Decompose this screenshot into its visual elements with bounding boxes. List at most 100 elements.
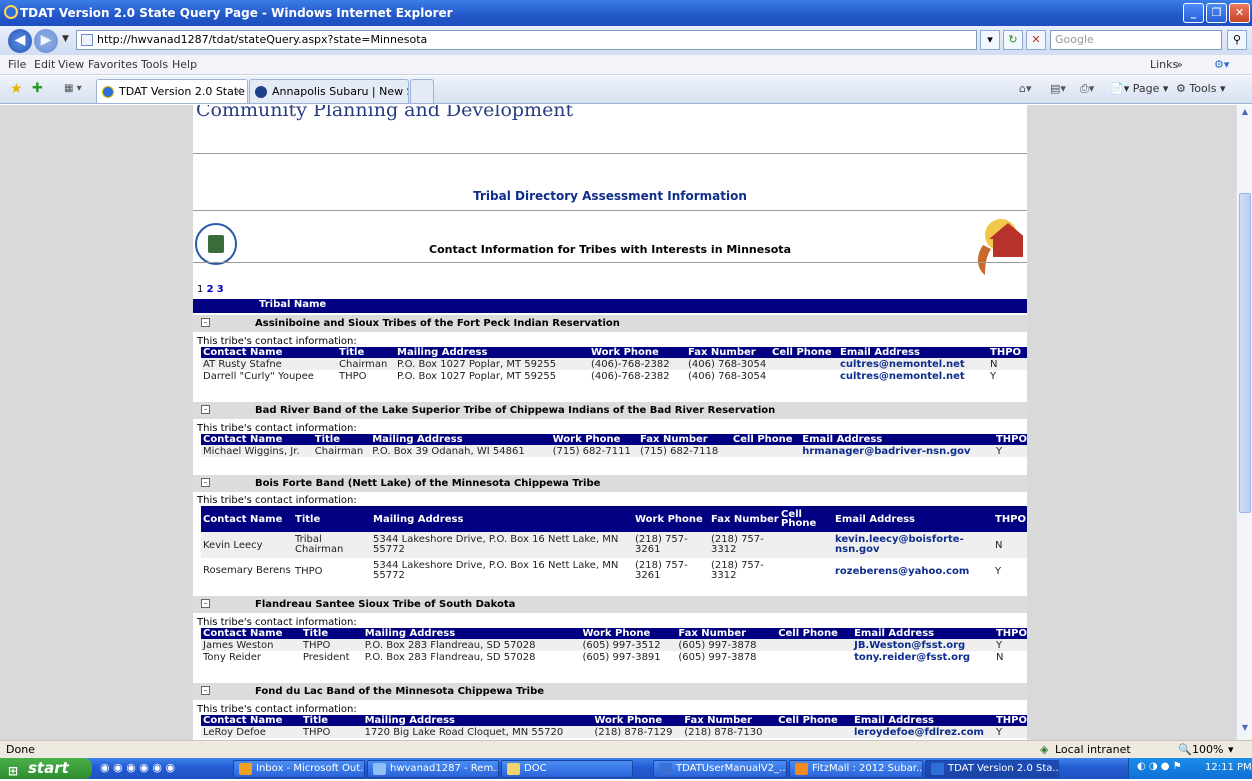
print-icon[interactable]: ⎙▾ [1080, 82, 1094, 96]
address-dropdown-icon[interactable]: ▾ [980, 30, 1000, 50]
tribe-row[interactable]: – Fond du Lac Band of the Minnesota Chipp… [193, 683, 1027, 700]
close-button[interactable]: ✕ [1229, 3, 1250, 23]
minimize-button[interactable]: _ [1183, 3, 1204, 23]
contact-work-phone: (218) 878-7129 [592, 726, 683, 738]
menu-favorites[interactable]: Favorites [88, 58, 138, 71]
new-tab-button[interactable] [410, 79, 434, 103]
address-field[interactable]: http://hwvanad1287/tdat/stateQuery.aspx?… [76, 30, 977, 50]
task-fitzmall[interactable]: FitzMall : 2012 Subar... [789, 760, 923, 778]
toolbar-options-icon[interactable]: ⚙▾ [1214, 58, 1229, 71]
contact-fax: (218) 878-7130 [682, 726, 777, 738]
contact-work-phone: (218) 757-3261 [633, 532, 709, 558]
tab-bar: ★ ✚ ▦ ▾ TDAT Version 2.0 State Q... ✕ An… [0, 76, 1252, 104]
col-work-phone: Work Phone [592, 715, 683, 726]
tab-tdat[interactable]: TDAT Version 2.0 State Q... ✕ [96, 79, 248, 103]
contact-email[interactable]: tony.reider@fsst.org [852, 651, 994, 663]
contact-email[interactable]: JB.Weston@fsst.org [852, 639, 994, 651]
contact-info-label: This tribe's contact information: [197, 617, 357, 628]
contact-thpo: N [988, 358, 1027, 370]
task-outlook[interactable]: Inbox - Microsoft Out... [233, 760, 365, 778]
recent-pages-icon[interactable]: ▼ [62, 34, 69, 44]
contact-address: 5344 Lakeshore Drive, P.O. Box 16 Nett L… [371, 532, 633, 558]
search-input[interactable]: Google [1050, 30, 1222, 50]
col-fax-number: Fax Number [686, 347, 770, 358]
contact-table: Contact Name Title Mailing Address Work … [201, 506, 1027, 584]
zoom-dropdown-icon[interactable]: ▾ [1228, 743, 1234, 756]
search-icon[interactable]: ⚲ [1227, 30, 1247, 50]
quick-launch-icons[interactable]: ◉ ◉ ◉ ◉ ◉ ◉ [100, 761, 175, 774]
contact-table: Contact Name Title Mailing Address Work … [201, 628, 1027, 663]
feeds-icon[interactable]: ▤▾ [1050, 82, 1066, 95]
tribe-row[interactable]: – Bad River Band of the Lake Superior Tri… [193, 402, 1027, 419]
pager-link-3[interactable]: 3 [217, 284, 224, 295]
scroll-thumb[interactable] [1239, 193, 1251, 513]
task-label: DOC [524, 763, 547, 774]
intranet-zone-icon: ◈ [1040, 743, 1049, 756]
page-menu[interactable]: 📄▾ Page ▾ [1110, 82, 1168, 95]
department-header: Community Planning and Development [196, 105, 574, 121]
contact-table: Contact Name Title Mailing Address Work … [201, 347, 1027, 382]
maximize-button[interactable]: ❐ [1206, 3, 1227, 23]
menu-help[interactable]: Help [172, 58, 197, 71]
col-fax-number: Fax Number [709, 506, 779, 532]
task-word[interactable]: TDATUserManualV2_... [653, 760, 787, 778]
task-tdat[interactable]: TDAT Version 2.0 Sta... [925, 760, 1059, 778]
collapse-icon[interactable]: – [201, 318, 210, 327]
close-tab-icon[interactable]: ✕ [234, 85, 243, 98]
zoom-level[interactable]: 100% [1192, 743, 1223, 756]
links-label[interactable]: Links [1150, 58, 1178, 71]
tribe-row[interactable]: – Assiniboine and Sioux Tribes of the For… [193, 315, 1027, 332]
links-chevron-icon[interactable]: » [1176, 58, 1183, 71]
menu-edit[interactable]: Edit [34, 58, 55, 71]
col-cell-phone: Cell Phone [730, 434, 801, 445]
contact-name: James Weston [201, 639, 301, 651]
menu-tools[interactable]: Tools [141, 58, 168, 71]
contact-email[interactable]: cultres@nemontel.net [838, 358, 988, 370]
contact-email[interactable]: kevin.leecy@boisforte-nsn.gov [833, 532, 993, 558]
tools-menu[interactable]: ⚙ Tools ▾ [1176, 82, 1226, 95]
tab-annapolis[interactable]: Annapolis Subaru | New Sub... [249, 79, 409, 103]
scroll-down-icon[interactable]: ▼ [1239, 723, 1251, 737]
pager-link-2[interactable]: 2 [207, 284, 214, 295]
contact-email[interactable]: rozeberens@yahoo.com [833, 558, 993, 584]
col-title: Title [300, 715, 363, 726]
contact-email[interactable]: hrmanager@badriver-nsn.gov [800, 445, 994, 457]
quick-tabs-icon[interactable]: ▦ ▾ [64, 83, 82, 94]
home-icon[interactable]: ⌂▾ [1019, 82, 1032, 95]
menu-file[interactable]: File [8, 58, 26, 71]
table-row: AT Rusty Stafne Chairman P.O. Box 1027 P… [201, 358, 1027, 370]
search-placeholder: Google [1055, 33, 1094, 46]
vertical-scrollbar[interactable]: ▲ ▼ [1236, 105, 1252, 740]
contact-info-label: This tribe's contact information: [197, 704, 357, 715]
start-button[interactable]: ⊞ start [0, 758, 92, 779]
collapse-icon[interactable]: – [201, 405, 210, 414]
task-doc[interactable]: DOC [501, 760, 633, 778]
forward-icon[interactable]: ▶ [34, 29, 58, 53]
menu-bar: File Edit View Favorites Tools Help Link… [0, 55, 1252, 75]
collapse-icon[interactable]: – [201, 686, 210, 695]
tribe-row[interactable]: – Flandreau Santee Sioux Tribe of South D… [193, 596, 1027, 613]
collapse-icon[interactable]: – [201, 599, 210, 608]
table-row: James Weston THPO P.O. Box 283 Flandreau… [201, 639, 1027, 651]
scroll-up-icon[interactable]: ▲ [1239, 107, 1251, 121]
col-email: Email Address [833, 506, 993, 532]
col-contact-name: Contact Name [201, 506, 293, 532]
task-remote[interactable]: hwvanad1287 - Rem... [367, 760, 499, 778]
menu-view[interactable]: View [58, 58, 84, 71]
refresh-icon[interactable]: ↻ [1003, 30, 1023, 50]
stop-icon[interactable]: ✕ [1026, 30, 1046, 50]
add-favorite-icon[interactable]: ✚ [32, 81, 43, 96]
tribal-logo [977, 219, 1023, 275]
col-work-phone: Work Phone [580, 628, 677, 639]
contact-email[interactable]: leroydefoe@fdlrez.com [852, 726, 994, 738]
collapse-icon[interactable]: – [201, 478, 210, 487]
contact-email[interactable]: cultres@nemontel.net [838, 370, 988, 382]
tribe-row[interactable]: – Bois Forte Band (Nett Lake) of the Minn… [193, 475, 1027, 492]
back-icon[interactable]: ◀ [8, 29, 32, 53]
col-title: Title [293, 506, 371, 532]
zoom-icon[interactable]: 🔍 [1178, 743, 1192, 756]
favorites-star-icon[interactable]: ★ [10, 81, 23, 97]
tray-icons[interactable]: ◐ ◑ ● ⚑ [1137, 761, 1182, 772]
contact-info-label: This tribe's contact information: [197, 495, 357, 506]
contact-name: Tony Reider [201, 651, 301, 663]
